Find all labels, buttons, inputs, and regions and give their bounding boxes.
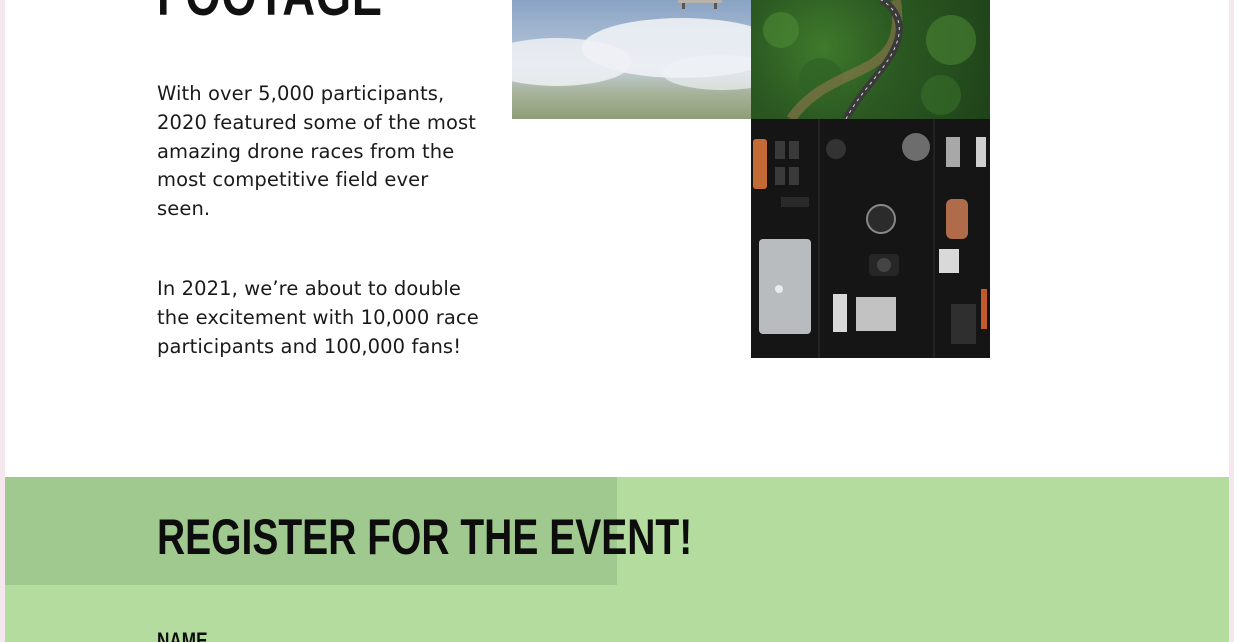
camera-gear-photo [751, 119, 990, 358]
name-field-label: NAME [157, 628, 208, 642]
register-title: REGISTER FOR THE EVENT! [157, 509, 693, 565]
register-header: REGISTER FOR THE EVENT! [5, 477, 692, 585]
plans-paragraph: In 2021, we’re about to double the excit… [157, 277, 479, 358]
drone-icon [678, 0, 722, 9]
page: FOOTAGE With over 5,000 participants, 20… [5, 0, 1229, 642]
drone-sky-photo [512, 0, 751, 119]
register-section: REGISTER FOR THE EVENT! NAME [5, 477, 1229, 642]
section-title: FOOTAGE [157, 0, 383, 25]
forest-road-photo [751, 0, 990, 119]
intro-paragraph: With over 5,000 participants, 2020 featu… [157, 82, 477, 221]
